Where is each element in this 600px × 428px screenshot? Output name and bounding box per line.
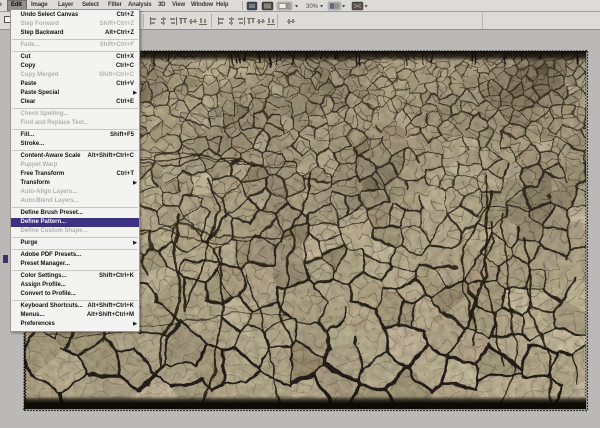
svg-text:30%: 30% [306, 4, 319, 10]
